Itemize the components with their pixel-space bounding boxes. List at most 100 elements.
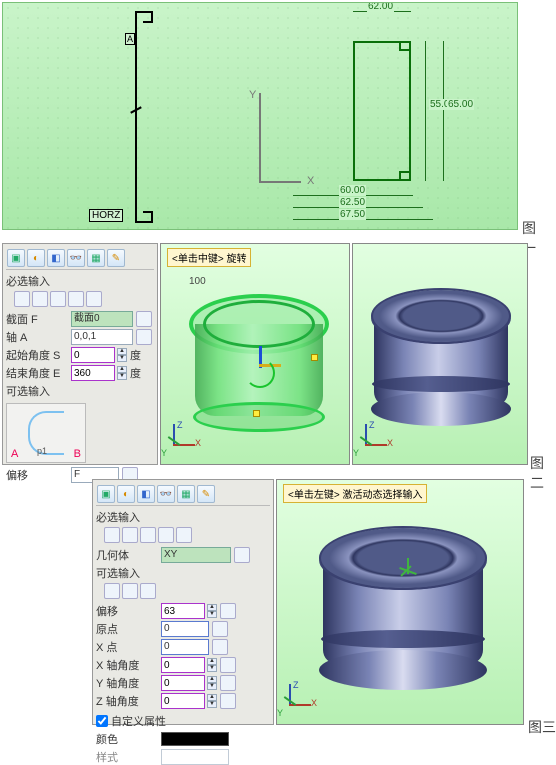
- zangle-opt-icon[interactable]: [220, 693, 236, 709]
- tool-gear-icon[interactable]: ✎: [107, 249, 125, 267]
- custom-props-checkbox[interactable]: [96, 715, 108, 727]
- tool-gear-icon-2[interactable]: ✎: [197, 485, 215, 503]
- end-angle-label: 结束角度 E: [6, 365, 68, 381]
- tool-glasses-icon-2[interactable]: 👓: [157, 485, 175, 503]
- viewport-3[interactable]: <单击左键> 激活动态选择输入 Z X Y: [276, 479, 524, 725]
- axis-field[interactable]: 0,0,1: [71, 329, 133, 345]
- start-angle-input[interactable]: [71, 347, 115, 363]
- constraint-horz-badge: HORZ: [89, 209, 123, 222]
- datum-panel: ▣ ◐ ◧ 👓 ▦ ✎ 必选输入 几何体 XY 可选输入 偏移: [92, 479, 274, 725]
- color-label: 颜色: [96, 731, 158, 747]
- plane-type-1-icon[interactable]: [104, 527, 120, 543]
- tool-cube-icon[interactable]: ▣: [7, 249, 25, 267]
- opt-2-icon[interactable]: [122, 583, 138, 599]
- section-field[interactable]: 截面0: [71, 311, 133, 327]
- xpoint-pick-icon[interactable]: [212, 639, 228, 655]
- xangle-input[interactable]: [161, 657, 205, 673]
- section-optional-label: 可选输入: [6, 383, 154, 399]
- plane-type-4-icon[interactable]: [158, 527, 174, 543]
- preview-a-label: A: [11, 448, 18, 460]
- geometry-field[interactable]: XY: [161, 547, 231, 563]
- origin-label: 原点: [96, 621, 158, 637]
- axis-y-label: Y: [249, 89, 256, 101]
- triad-z-label-2: Z: [369, 420, 375, 430]
- preview-b-label: B: [74, 448, 81, 460]
- axis-pick-icon[interactable]: [136, 329, 152, 345]
- plane-type-3-icon[interactable]: [140, 527, 156, 543]
- dim-bot3: 67.50: [339, 209, 366, 220]
- offset-input[interactable]: [161, 603, 205, 619]
- tool-loft-icon[interactable]: ◧: [47, 249, 65, 267]
- color-swatch[interactable]: [161, 732, 229, 746]
- triad-x-label: X: [195, 438, 201, 448]
- start-angle-spinner[interactable]: ▲▼: [117, 348, 127, 362]
- viewport-preview[interactable]: <单击中键> 旋转 100 Z X Y: [160, 243, 350, 465]
- yangle-spinner[interactable]: ▲▼: [207, 676, 217, 690]
- mode-add-icon[interactable]: [86, 291, 102, 307]
- preview-ring-bottom: [193, 402, 325, 432]
- tool-cube-icon-2[interactable]: ▣: [97, 485, 115, 503]
- mode-thin-icon[interactable]: [50, 291, 66, 307]
- end-angle-spinner[interactable]: ▲▼: [117, 366, 127, 380]
- dim-right2: 65.00: [447, 99, 474, 110]
- section-required-label: 必选输入: [6, 273, 154, 289]
- zangle-input[interactable]: [161, 693, 205, 709]
- deg-unit: 度: [130, 347, 141, 363]
- start-angle-label: 起始角度 S: [6, 347, 68, 363]
- coordinate-system-marker: [395, 556, 423, 584]
- yangle-input[interactable]: [161, 675, 205, 691]
- end-angle-input[interactable]: [71, 365, 115, 381]
- offset-spinner[interactable]: ▲▼: [207, 604, 217, 618]
- yangle-opt-icon[interactable]: [220, 675, 236, 691]
- style-field[interactable]: [161, 749, 229, 765]
- zangle-spinner[interactable]: ▲▼: [207, 694, 217, 708]
- tool-block-icon[interactable]: ▦: [87, 249, 105, 267]
- section-pick-icon[interactable]: [136, 311, 152, 327]
- geometry-pick-icon[interactable]: [234, 547, 250, 563]
- xpoint-label: X 点: [96, 639, 158, 655]
- offset-label-2: 偏移: [96, 603, 158, 619]
- revolve-panel: ▣ ◐ ◧ 👓 ▦ ✎ 必选输入 截面 F 截面0 轴 A 0,0,1 起始角度…: [2, 243, 158, 465]
- figure-3-caption: 图三: [528, 717, 556, 737]
- tool-glasses-icon[interactable]: 👓: [67, 249, 85, 267]
- origin-pick-icon[interactable]: [212, 621, 228, 637]
- origin-field[interactable]: 0: [161, 621, 209, 637]
- plane-type-2-icon[interactable]: [122, 527, 138, 543]
- deg-unit-2: 度: [130, 365, 141, 381]
- drag-handle-1[interactable]: [253, 410, 260, 417]
- dim-100-label: 100: [189, 276, 206, 287]
- section-optional-label-2: 可选输入: [96, 565, 270, 581]
- triad-y-label-3: Y: [277, 708, 283, 718]
- mode-surface-icon[interactable]: [32, 291, 48, 307]
- axis-field-label: 轴 A: [6, 329, 68, 345]
- tool-block-icon-2[interactable]: ▦: [177, 485, 195, 503]
- panel-toolbar-2: ▣ ◐ ◧ 👓 ▦ ✎: [96, 483, 270, 506]
- triad-x-label-3: X: [311, 698, 317, 708]
- tool-loft-icon-2[interactable]: ◧: [137, 485, 155, 503]
- opt-3-icon[interactable]: [140, 583, 156, 599]
- drag-handle-2[interactable]: [311, 354, 318, 361]
- tool-sweep-icon[interactable]: ◐: [27, 249, 45, 267]
- profile-sketch-right: 62.00 55.00 65.00 60.00 62.50 67.50: [293, 13, 503, 223]
- dim-top: 62.00: [367, 2, 394, 12]
- geometry-label: 几何体: [96, 547, 158, 563]
- panel-toolbar: ▣ ◐ ◧ 👓 ▦ ✎: [6, 247, 154, 270]
- revolve-preview: A B p1: [6, 403, 86, 463]
- figure-3: ▣ ◐ ◧ 👓 ▦ ✎ 必选输入 几何体 XY 可选输入 偏移: [92, 479, 556, 733]
- opt-1-icon[interactable]: [104, 583, 120, 599]
- yangle-label: Y 轴角度: [96, 675, 158, 691]
- manipulator-widget[interactable]: [247, 352, 275, 380]
- xangle-spinner[interactable]: ▲▼: [207, 658, 217, 672]
- xpoint-field[interactable]: 0: [161, 639, 209, 655]
- triad-y-label: Y: [161, 448, 167, 458]
- viewport-result[interactable]: Z X Y: [352, 243, 528, 465]
- figure-1: HORZ A Y X 62.00 55.00 65.00 60.00 62.50…: [2, 2, 539, 235]
- plane-type-5-icon[interactable]: [176, 527, 192, 543]
- offset-opt-icon[interactable]: [220, 603, 236, 619]
- mode-solid-icon[interactable]: [14, 291, 30, 307]
- figure-2: ▣ ◐ ◧ 👓 ▦ ✎ 必选输入 截面 F 截面0 轴 A 0,0,1 起始角度…: [2, 243, 552, 471]
- mode-cut-icon[interactable]: [68, 291, 84, 307]
- dim-bot1: 60.00: [339, 185, 366, 196]
- xangle-opt-icon[interactable]: [220, 657, 236, 673]
- tool-sweep-icon-2[interactable]: ◐: [117, 485, 135, 503]
